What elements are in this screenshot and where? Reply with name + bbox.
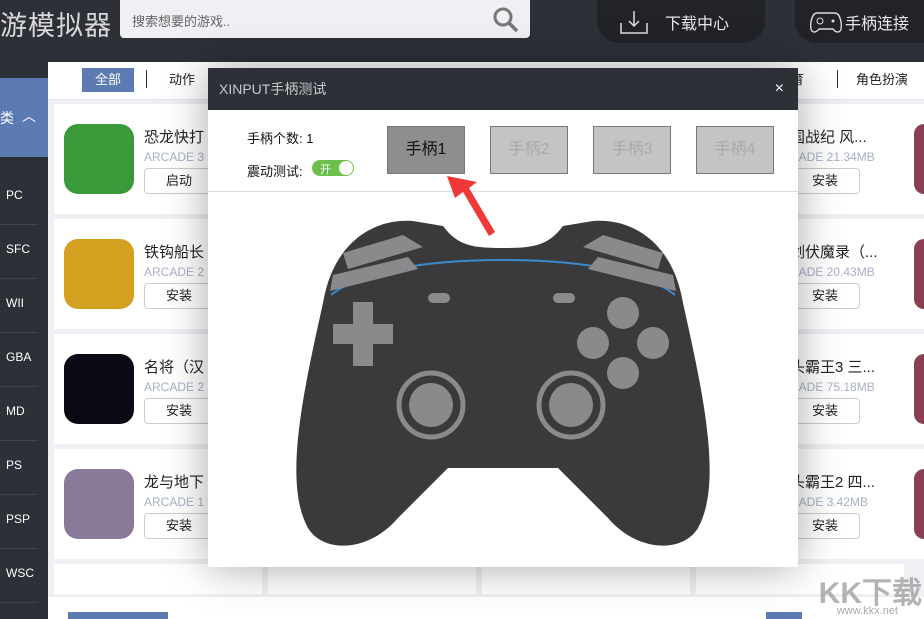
game-icon (914, 354, 924, 424)
page-button[interactable] (766, 612, 802, 619)
sidebar-item-psp[interactable]: PSP (6, 512, 30, 526)
search-icon[interactable] (492, 6, 520, 34)
game-icon (64, 469, 134, 539)
vibration-label: 震动测试: (247, 164, 303, 179)
vibration-toggle[interactable]: 开 (312, 160, 354, 176)
pagination-bar (48, 597, 924, 619)
install-button[interactable]: 安装 (790, 513, 860, 539)
install-button[interactable]: 安装 (790, 283, 860, 309)
gamepad-connect-button[interactable]: 手柄连接 (795, 0, 924, 43)
pad-3-button[interactable]: 手柄3 (593, 126, 671, 174)
game-card[interactable] (908, 104, 924, 214)
sidebar-item-pc[interactable]: PC (6, 188, 23, 202)
sidebar-category-current[interactable]: 类 ︿ (0, 78, 48, 157)
game-icon (64, 124, 134, 194)
tab-rpg[interactable]: 角色扮演 (843, 68, 921, 92)
search-input[interactable]: 搜索想要的游戏.. (120, 0, 530, 38)
game-card[interactable] (908, 449, 924, 559)
game-card[interactable] (482, 564, 690, 594)
sidebar-item-wii[interactable]: WII (6, 296, 24, 310)
gamepad-illustration (296, 220, 710, 546)
install-button[interactable]: 启动 (144, 168, 214, 194)
sidebar-item-gba[interactable]: GBA (6, 350, 31, 364)
game-icon (64, 354, 134, 424)
page-tab[interactable] (68, 612, 168, 619)
game-card[interactable] (268, 564, 476, 594)
game-card[interactable] (908, 334, 924, 444)
app-logo: 游模拟器 (0, 11, 112, 41)
game-icon (914, 469, 924, 539)
download-center-button[interactable]: 下载中心 (597, 0, 765, 43)
sidebar-item-wsc[interactable]: WSC (6, 566, 34, 580)
game-icon (64, 239, 134, 309)
sidebar-item-sfc[interactable]: SFC (6, 242, 30, 256)
pad-4-button[interactable]: 手柄4 (696, 126, 774, 174)
dialog-title: XINPUT手柄测试 (219, 81, 327, 97)
game-card[interactable] (54, 564, 262, 594)
pad-count: 手柄个数: 1 (247, 131, 314, 146)
search-placeholder: 搜索想要的游戏.. (132, 14, 231, 29)
sidebar: 类 ︿ PC SFC WII GBA MD PS PSP WSC (0, 62, 48, 619)
install-button[interactable]: 安装 (144, 283, 214, 309)
pad-2-button[interactable]: 手柄2 (490, 126, 568, 174)
gamepad-icon (810, 11, 842, 33)
download-icon (620, 10, 648, 34)
install-button[interactable]: 安装 (144, 513, 214, 539)
install-button[interactable]: 安装 (790, 398, 860, 424)
close-icon[interactable]: × (775, 68, 784, 110)
pad-1-button[interactable]: 手柄1 (387, 126, 465, 174)
gamepad-test-dialog: XINPUT手柄测试 × 手柄个数: 1 震动测试: 开 手柄1 手柄2 手柄3… (208, 68, 798, 567)
install-button[interactable]: 安装 (790, 168, 860, 194)
tab-action[interactable]: 动作 (156, 68, 208, 92)
tab-all[interactable]: 全部 (82, 68, 135, 92)
game-card[interactable] (908, 219, 924, 329)
game-icon (914, 239, 924, 309)
install-button[interactable]: 安装 (144, 398, 214, 424)
game-icon (914, 124, 924, 194)
sidebar-item-md[interactable]: MD (6, 404, 25, 418)
watermark-url: www.kkx.net (836, 605, 898, 617)
top-bar: 游模拟器 搜索想要的游戏.. 下载中心 手柄连接 (0, 0, 924, 62)
sidebar-item-ps[interactable]: PS (6, 458, 22, 472)
dialog-header: XINPUT手柄测试 × (208, 68, 798, 110)
chevron-up-icon[interactable]: ︿ (22, 106, 36, 126)
